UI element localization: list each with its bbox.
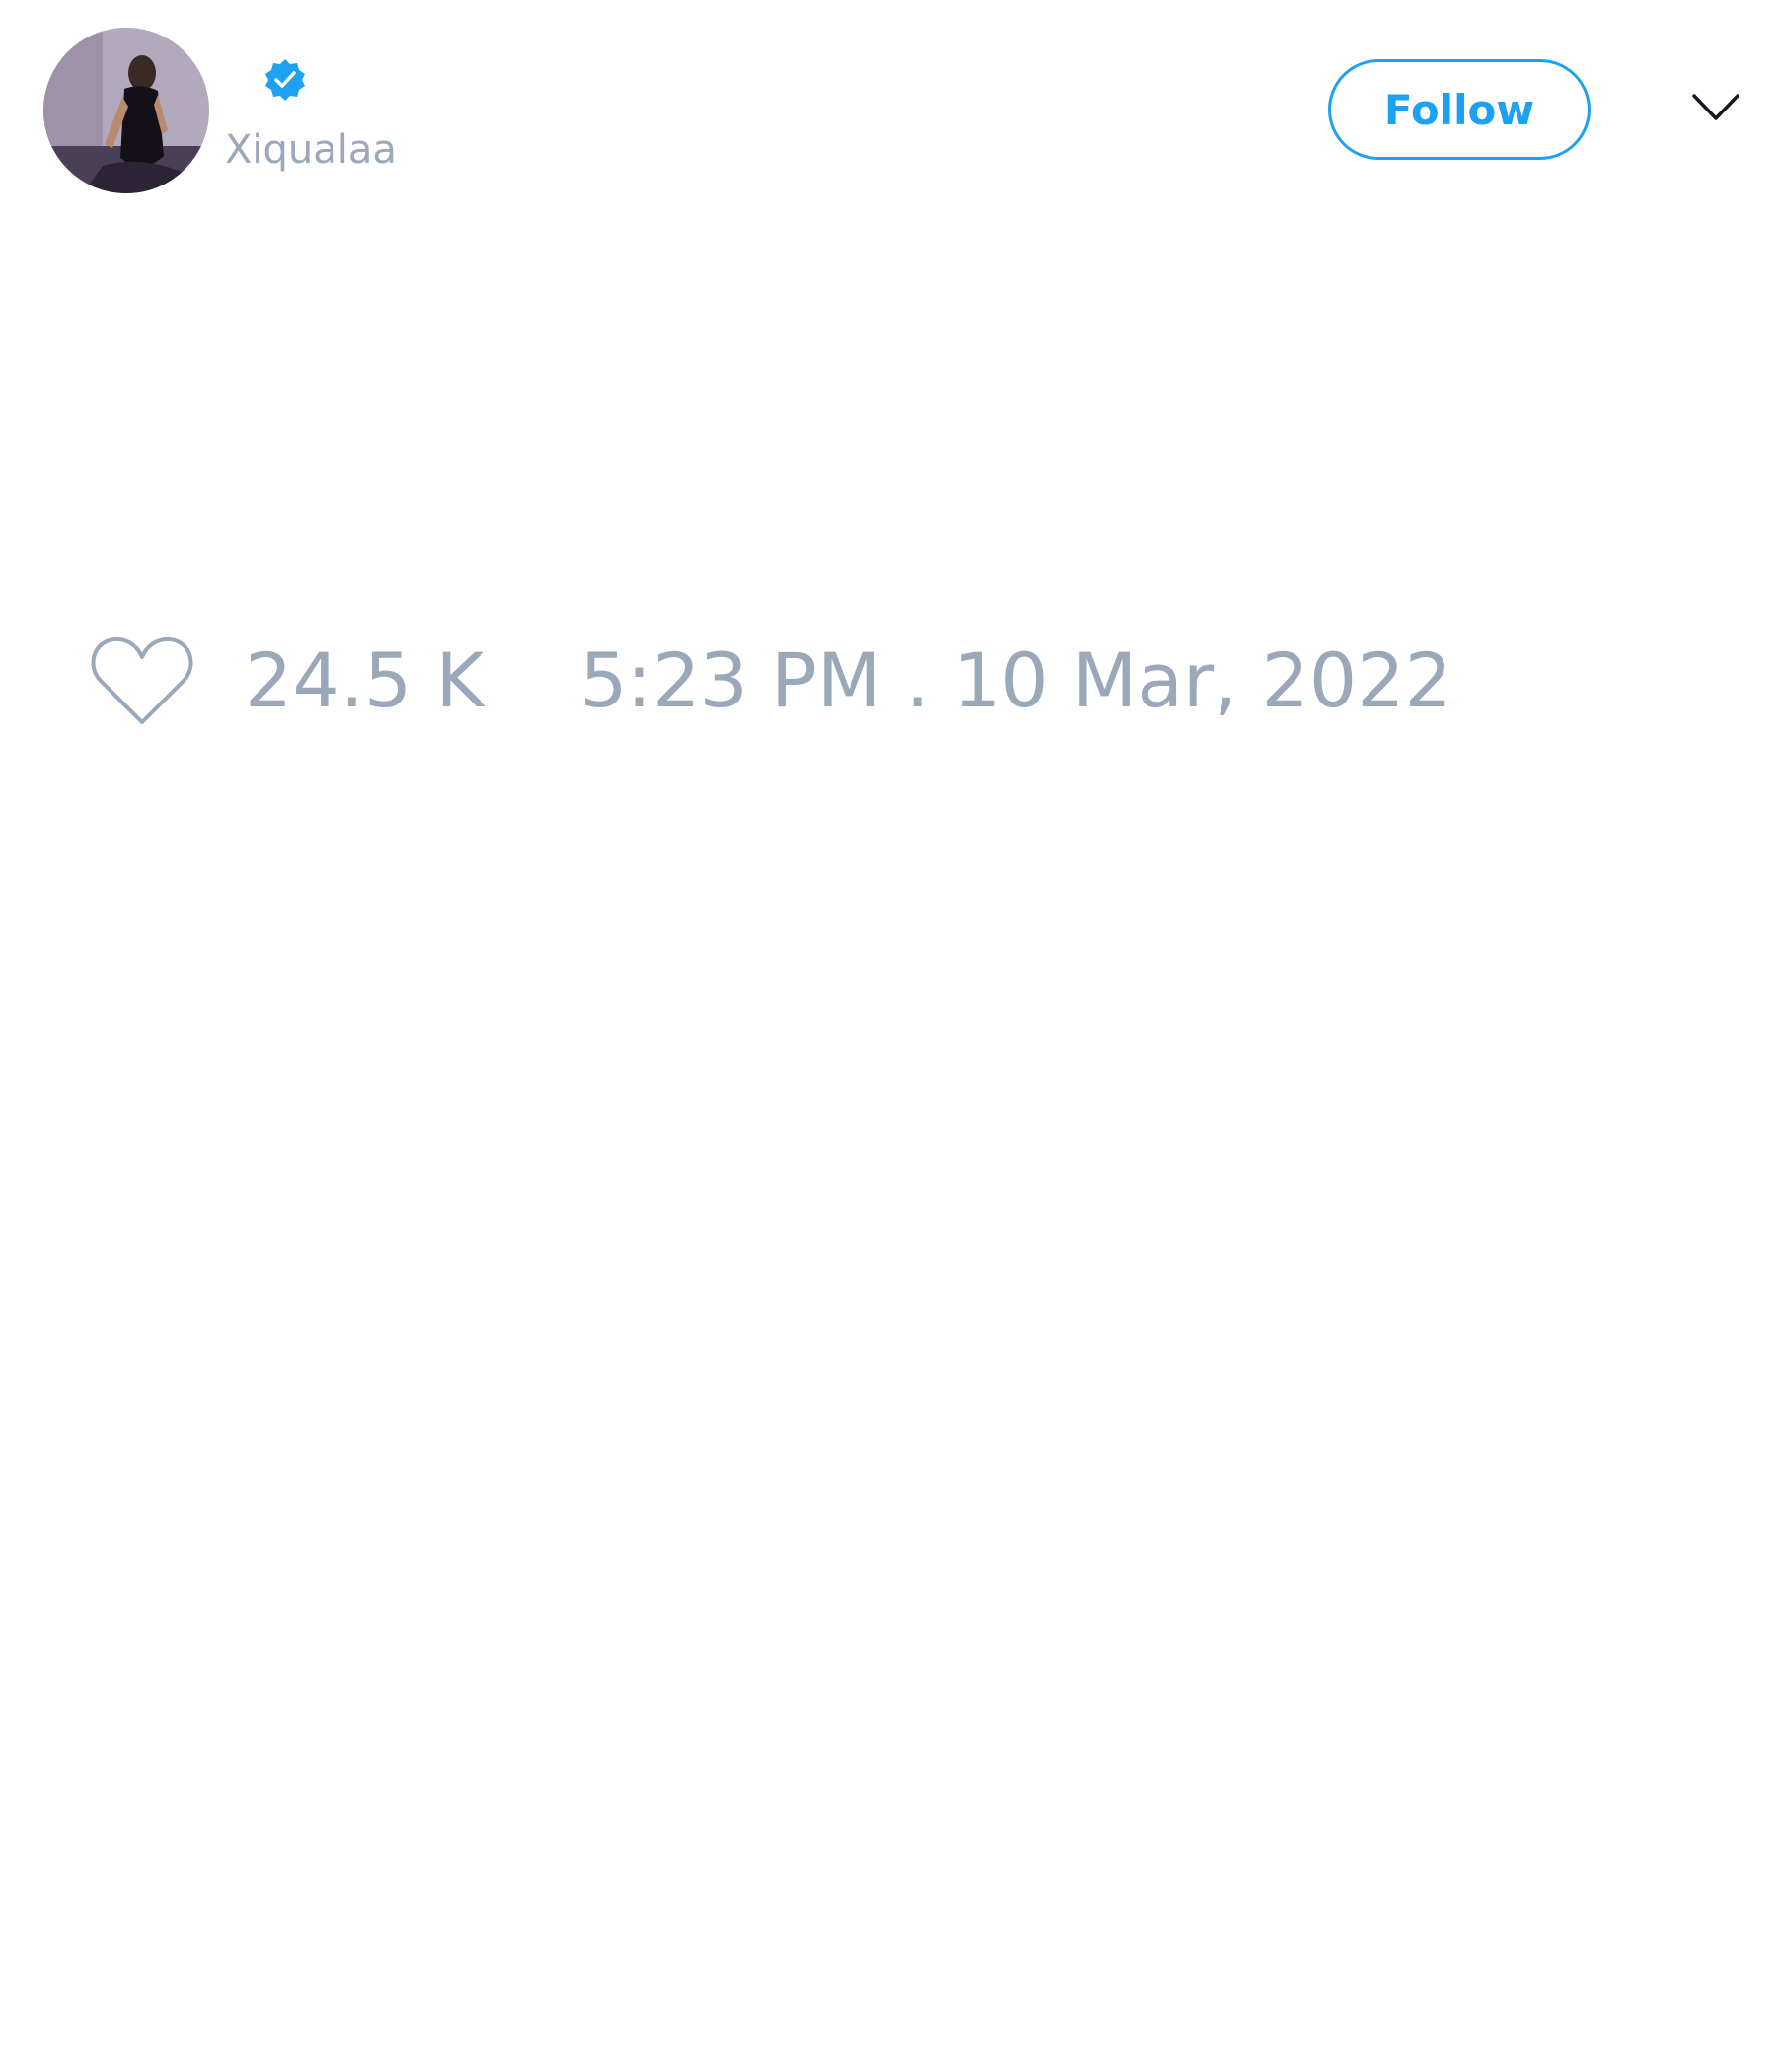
avatar[interactable] [43, 28, 209, 193]
follow-button[interactable]: Follow [1328, 59, 1591, 160]
avatar-image [43, 28, 209, 193]
tweet-embed: Xiqualaa Follow 24.5 K 5:23 PM . 10 Mar,… [0, 0, 1776, 2072]
likes-count: 24.5 K [245, 636, 485, 724]
heart-icon[interactable] [89, 633, 195, 728]
author-handle[interactable]: Xiqualaa [225, 126, 397, 174]
chevron-down-icon[interactable] [1691, 91, 1740, 124]
verified-badge-icon [265, 59, 305, 101]
tweet-timestamp[interactable]: 5:23 PM . 10 Mar, 2022 [579, 631, 1452, 730]
tweet-stats: 24.5 K 5:23 PM . 10 Mar, 2022 [89, 631, 1452, 730]
